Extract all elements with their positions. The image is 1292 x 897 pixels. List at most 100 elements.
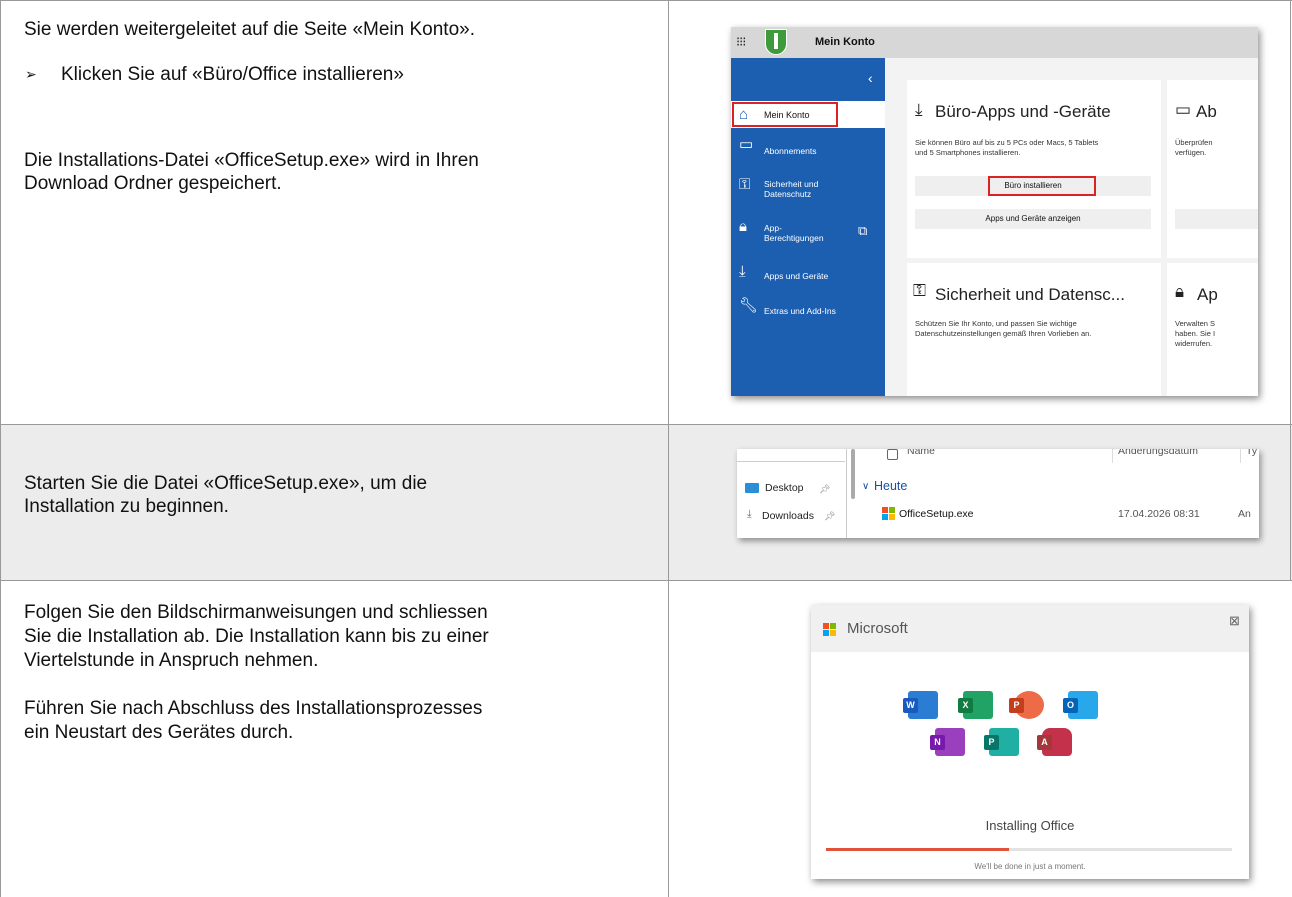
account-screenshot: ⁝⁝⁝ Mein Konto ‹ ⌂ Mein Konto ▭ Abonneme… [731,27,1258,396]
card-app-berechtigungen: 🔒︎ Ap Verwalten S haben. Sie I widerrufe… [1167,263,1258,396]
card-buero-apps: ⤓ Büro-Apps und -Geräte Sie können Büro … [907,80,1161,258]
download-icon: ⤓ [739,263,746,280]
sidebar-item-label: Datenschutz [764,189,812,199]
step1-text: Sie werden weitergeleitet auf die Seite … [24,19,475,40]
microsoft-brand: Microsoft [847,620,908,637]
sidebar-item-abonnements[interactable]: ▭ Abonnements [731,136,885,160]
app-letter: X [958,698,973,713]
account-title: Mein Konto [815,36,875,48]
card-description: und 5 Smartphones installieren. [915,148,1021,157]
app-letter: N [930,735,945,750]
explorer-screenshot: Desktop 📌︎ ⤓ Downloads 📌︎ Name Änderungs… [737,449,1259,538]
app-letter: P [984,735,999,750]
sidebar-item-apps-geraete[interactable]: ⤓ Apps und Geräte [731,263,885,287]
column-header-name[interactable]: Name [907,449,935,457]
card-description: Verwalten S [1175,319,1216,328]
column-separator [1112,449,1113,463]
key-icon: ⚿ [739,176,751,193]
app-launcher-icon[interactable]: ⁝⁝⁝ [736,34,746,50]
card-title: Ap [1197,285,1218,304]
select-all-checkbox[interactable] [887,449,898,460]
progress-fill [826,848,1009,851]
sidebar-item-label: Apps und Geräte [764,271,829,281]
account-main: ⤓ Büro-Apps und -Geräte Sie können Büro … [885,58,1258,396]
card-description: Datenschutzeinstellungen gemäß Ihren Vor… [915,329,1092,338]
highlight-box [988,176,1096,196]
download-icon: ⤓ [915,100,923,119]
step2-text: Installation zu beginnen. [24,496,229,517]
card-button[interactable] [1175,209,1258,229]
card-title: Sicherheit und Datensc... [935,285,1125,304]
sidebar-item-label: App- [764,223,782,233]
card-description: verfügen. [1175,148,1207,157]
table-border [1290,0,1291,581]
card-description: Schützen Sie Ihr Konto, und passen Sie w… [915,319,1077,328]
pin-icon[interactable]: 📌︎ [819,484,830,495]
explorer-quick-access: Desktop 📌︎ ⤓ Downloads 📌︎ [737,449,847,538]
table-border [0,0,1,897]
desktop-icon [745,483,759,493]
app-letter: W [903,698,918,713]
app-letter: A [1037,735,1052,750]
file-officesetup[interactable]: OfficeSetup.exe [899,508,974,520]
quick-item-downloads[interactable]: Downloads [762,510,814,522]
crest-logo [765,29,787,55]
key-icon: ⚿ [913,281,926,300]
install-status: Installing Office [985,818,1075,833]
app-letter: O [1063,698,1078,713]
file-type: An [1238,508,1251,520]
lock-icon: 🔒︎ [739,218,747,235]
external-link-icon[interactable]: ⧉ [858,223,867,239]
file-date: 17.04.2026 08:31 [1118,508,1200,520]
scrollbar[interactable] [851,449,855,499]
card-title: Ab [1196,102,1217,121]
step1-text: Die Installations-Datei «OfficeSetup.exe… [24,150,479,171]
pin-icon[interactable]: 📌︎ [824,511,835,522]
step3-text: Folgen Sie den Bildschirmanweisungen und… [24,602,488,623]
access-icon: A [1037,728,1072,756]
outlook-icon: O [1063,691,1098,719]
show-apps-button[interactable]: Apps und Geräte anzeigen [915,209,1151,229]
column-header-date[interactable]: Änderungsdatum [1118,449,1198,457]
account-header: ⁝⁝⁝ Mein Konto [731,27,1258,58]
sidebar-item-label: Abonnements [764,146,817,156]
card-icon: ▭ [1175,100,1192,119]
publisher-icon: P [984,728,1019,756]
sidebar-item-label: Berechtigungen [764,233,824,243]
sidebar-item-sicherheit[interactable]: ⚿ Sicherheit und Datenschutz [731,175,885,203]
onenote-icon: N [930,728,965,756]
close-icon[interactable]: ⊠ [1229,613,1240,629]
group-header-heute[interactable]: Heute [874,479,907,493]
word-icon: W [903,691,938,719]
step2-text: Starten Sie die Datei «OfficeSetup.exe»,… [24,473,428,494]
lock-icon: 🔒︎ [1175,282,1185,301]
powerpoint-icon: P [1009,691,1044,719]
step3-text: Führen Sie nach Abschluss des Installati… [24,698,483,719]
divider [737,461,845,462]
card-description: Überprüfen [1175,138,1213,147]
card-description: Sie können Büro auf bis zu 5 PCs oder Ma… [915,138,1099,147]
table-border [668,0,669,897]
card-title: Büro-Apps und -Geräte [935,102,1111,121]
installer-screenshot: Microsoft ⊠ W X P O N P A Installing Off… [811,605,1249,879]
column-separator [1240,449,1241,463]
sidebar-item-label: Sicherheit und [764,179,819,189]
chevron-down-icon[interactable]: ∨ [862,481,869,492]
office-logo-icon [882,507,896,521]
card-icon: ▭ [739,136,754,153]
card-abonnements: ▭ Ab Überprüfen verfügen. [1167,80,1258,258]
quick-item-desktop[interactable]: Desktop [765,482,804,494]
microsoft-logo-icon [823,623,837,637]
excel-icon: X [958,691,993,719]
card-sicherheit: ⚿ Sicherheit und Datensc... Schützen Sie… [907,263,1161,396]
wrench-icon: 🔧︎ [739,297,759,314]
sidebar-item-label: Extras und Add-Ins [764,306,836,316]
step3-text: ein Neustart des Gerätes durch. [24,722,294,743]
collapse-chevron-icon[interactable]: ‹ [868,70,873,86]
sidebar-item-extras[interactable]: 🔧︎ Extras und Add-Ins [731,297,885,321]
install-subtext: We'll be done in just a moment. [974,862,1086,871]
column-header-type[interactable]: Ty [1246,449,1257,457]
step3-text: Sie die Installation ab. Die Installatio… [24,626,489,647]
card-description: widerrufen. [1175,339,1213,348]
step3-text: Viertelstunde in Anspruch nehmen. [24,650,319,671]
